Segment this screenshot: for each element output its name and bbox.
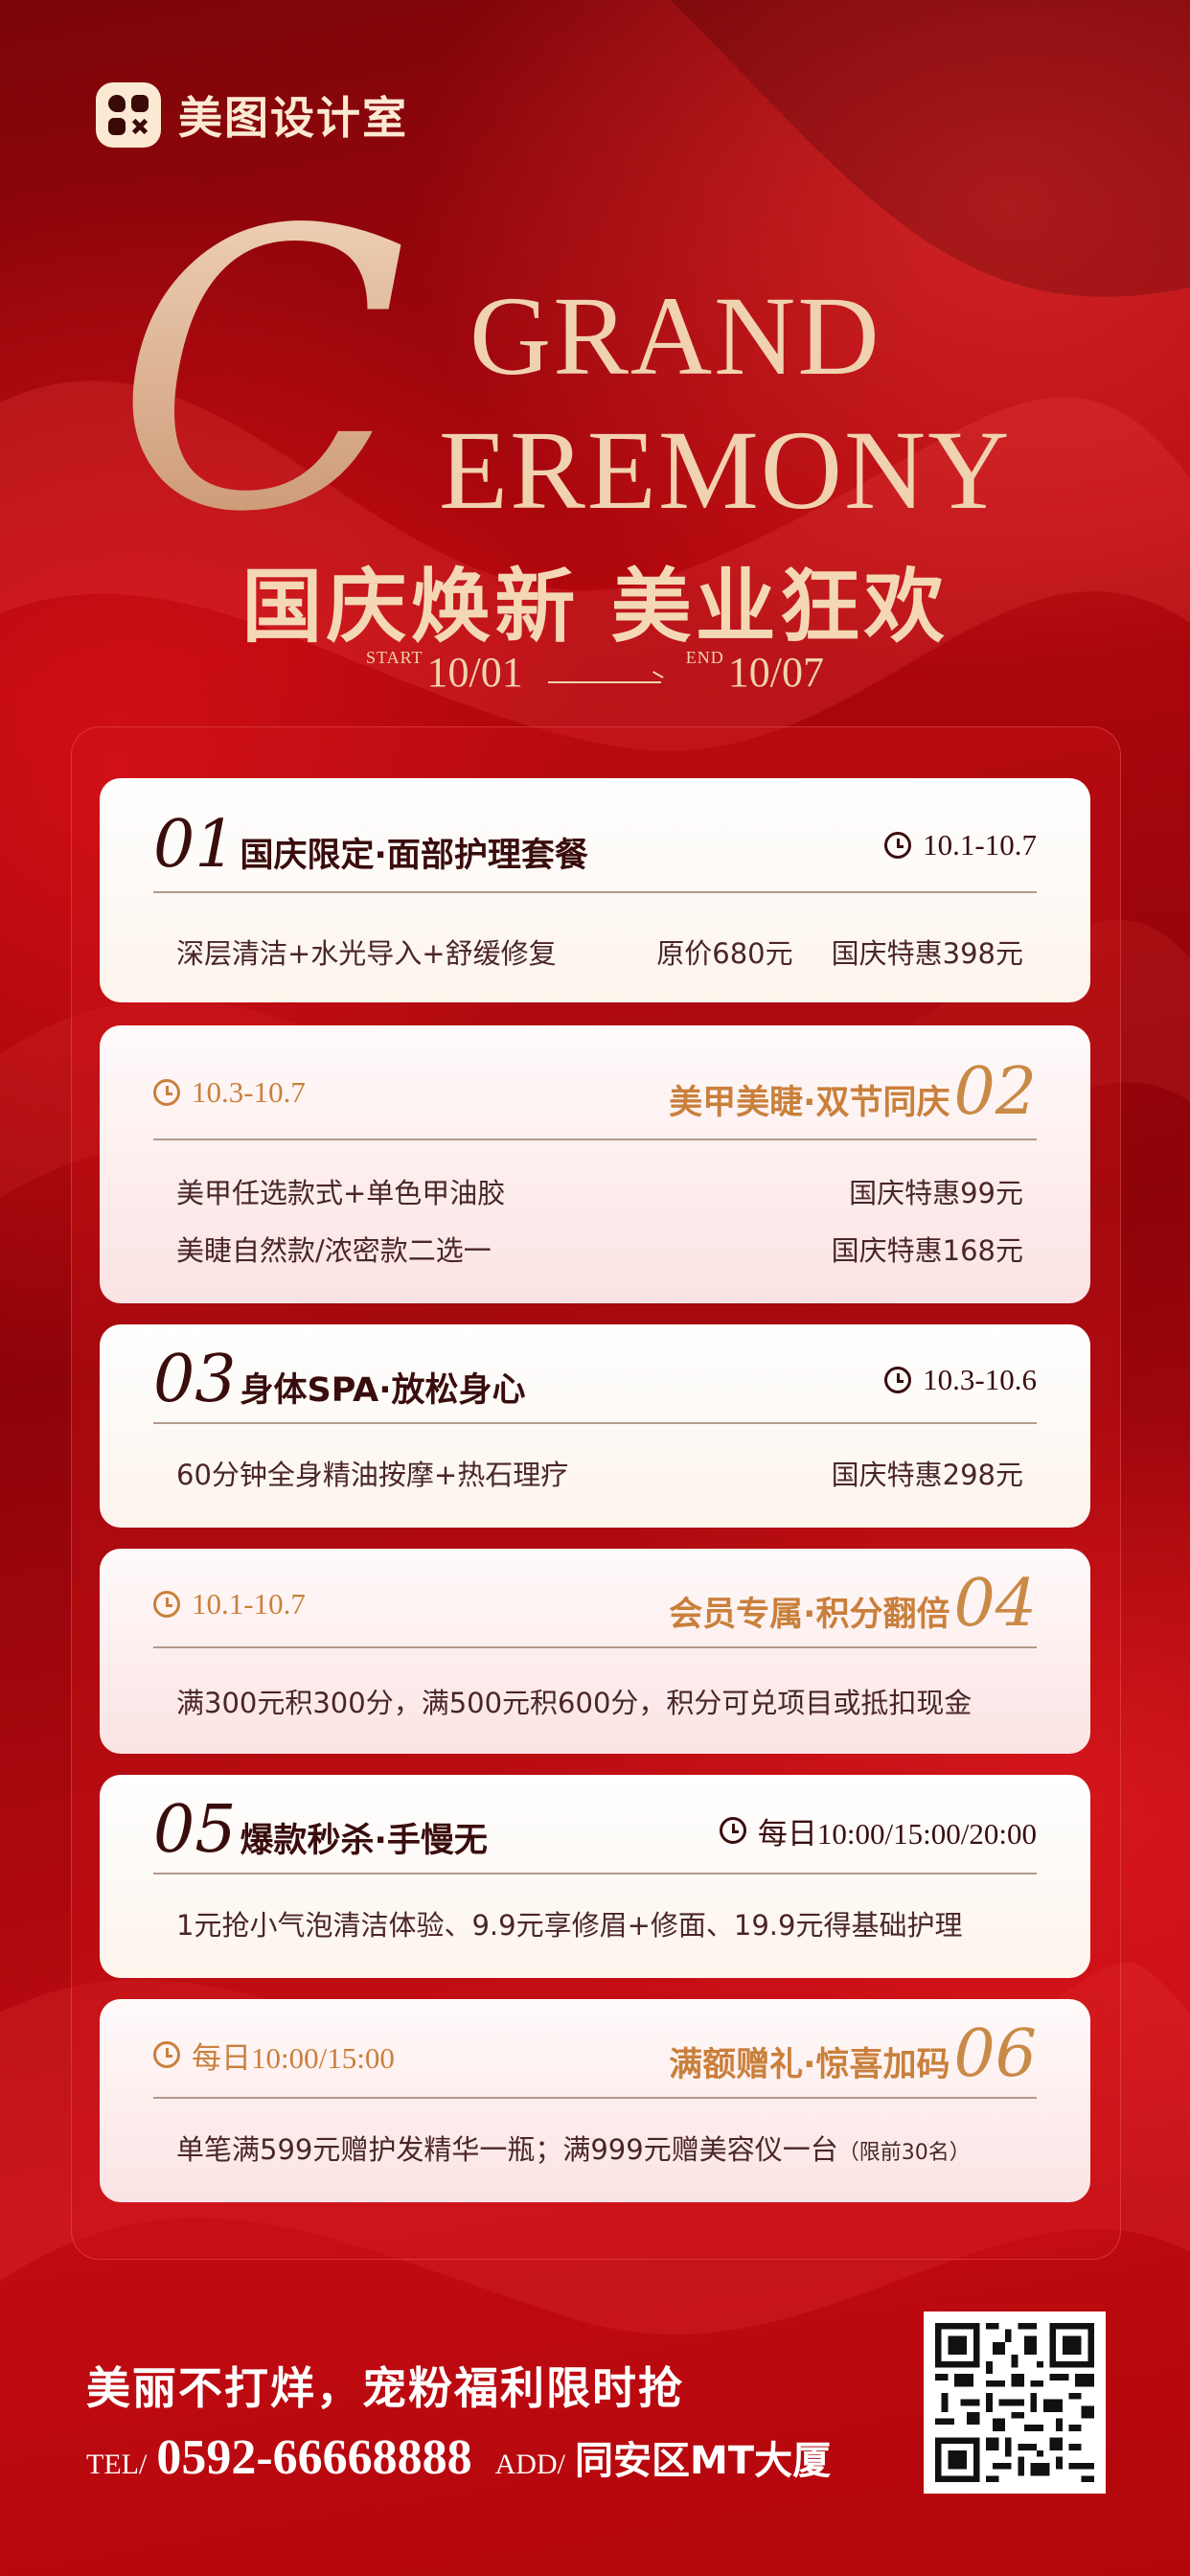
clock-icon — [153, 1591, 180, 1618]
card-time: 10.1-10.7 — [153, 1587, 306, 1622]
headline: 国庆焕新 美业狂欢 — [241, 559, 949, 654]
card-number: 04 — [953, 1566, 1037, 1642]
card-title: 满额赠礼·惊喜加码 — [669, 2046, 950, 2084]
brand-logo: 美图设计室 — [96, 82, 408, 148]
offer-card-06: 每日10:00/15:00 满额赠礼·惊喜加码 06 单笔满599元赠护发精华一… — [100, 1999, 1090, 2202]
offer-desc: 美睫自然款/浓密款二选一 — [176, 1234, 492, 1267]
brand-name: 美图设计室 — [178, 92, 408, 144]
offer-card-04: 10.1-10.7 会员专属·积分翻倍 04 满300元积300分，满500元积… — [100, 1549, 1090, 1754]
offer-row: 满300元积300分，满500元积600分，积分可兑项目或抵扣现金 — [176, 1681, 1023, 1721]
offer-row: 深层清洁+水光导入+舒缓修复 原价680元 国庆特惠398元 — [176, 932, 1023, 972]
clock-icon — [884, 832, 912, 859]
card-header: 05 爆款秒杀·手慢无 每日10:00/15:00/20:00 — [153, 1788, 1037, 1874]
offer-row: 1元抢小气泡清洁体验、9.9元享修眉+修面、19.9元得基础护理 — [176, 1903, 1023, 1944]
offer-card-02: 10.3-10.7 美甲美睫·双节同庆 02 美甲任选款式+单色甲油胶 国庆特惠… — [100, 1025, 1090, 1303]
card-time: 每日10:00/15:00/20:00 — [719, 1809, 1037, 1852]
title-grand: GRAND — [469, 273, 881, 399]
start-tag: START — [366, 648, 423, 667]
card-time: 10.3-10.7 — [153, 1075, 306, 1110]
offer-desc: 美甲任选款式+单色甲油胶 — [176, 1177, 506, 1209]
tel-label: TEL/ — [86, 2449, 148, 2480]
card-title: 爆款秒杀·手慢无 — [240, 1822, 488, 1860]
card-number: 01 — [153, 807, 237, 883]
logo-icon — [96, 82, 161, 148]
time-text: 10.3-10.7 — [192, 1075, 306, 1109]
card-title: 国庆限定·面部护理套餐 — [240, 837, 588, 875]
end-tag: END — [685, 648, 724, 667]
card-number: 02 — [953, 1054, 1037, 1130]
promo-price: 国庆特惠168元 — [831, 1234, 1023, 1267]
time-text: 10.1-10.7 — [923, 828, 1037, 862]
footer-contact: TEL/ 0592-66668888 ADD/ 同安区MT大厦 — [86, 2429, 831, 2486]
offer-note: （限前30名） — [837, 2141, 971, 2165]
offer-row: 美甲任选款式+单色甲油胶 国庆特惠99元 — [176, 1171, 1023, 1211]
offer-card-03: 03 身体SPA·放松身心 10.3-10.6 60分钟全身精油按摩+热石理疗 … — [100, 1324, 1090, 1528]
offer-row: 60分钟全身精油按摩+热石理疗 国庆特惠298元 — [176, 1453, 1023, 1493]
clock-icon — [884, 1367, 912, 1393]
offer-desc: 1元抢小气泡清洁体验、9.9元享修眉+修面、19.9元得基础护理 — [176, 1909, 963, 1942]
footer-slogan: 美丽不打烊，宠粉福利限时抢 — [86, 2362, 684, 2414]
offer-desc: 60分钟全身精油按摩+热石理疗 — [176, 1459, 569, 1491]
decorative-letter-c: C — [115, 150, 409, 596]
qr-code[interactable] — [924, 2312, 1106, 2494]
clock-icon — [153, 1079, 180, 1106]
card-title: 身体SPA·放松身心 — [240, 1371, 526, 1410]
offer-desc: 深层清洁+水光导入+舒缓修复 — [176, 937, 557, 970]
card-number: 03 — [153, 1342, 237, 1417]
time-text: 10.3-10.6 — [923, 1363, 1037, 1396]
card-number: 06 — [953, 2016, 1037, 2092]
qr-code-icon — [935, 2323, 1094, 2482]
promo-price: 国庆特惠99元 — [849, 1177, 1023, 1209]
offer-row: 美睫自然款/浓密款二选一 国庆特惠168元 — [176, 1229, 1023, 1269]
address-label: ADD/ — [494, 2449, 565, 2480]
card-header: 03 身体SPA·放松身心 10.3-10.6 — [153, 1338, 1037, 1424]
promo-price: 国庆特惠398元 — [831, 937, 1023, 970]
clock-icon — [153, 2041, 180, 2068]
card-title: 会员专属·积分翻倍 — [669, 1596, 950, 1634]
offer-card-01: 01 国庆限定·面部护理套餐 10.1-10.7 深层清洁+水光导入+舒缓修复 … — [100, 778, 1090, 1002]
card-time: 每日10:00/15:00 — [153, 2034, 395, 2077]
card-header: 每日10:00/15:00 满额赠礼·惊喜加码 06 — [153, 2012, 1037, 2099]
address: 同安区MT大厦 — [574, 2439, 832, 2483]
time-text: 每日10:00/15:00/20:00 — [757, 1816, 1037, 1851]
clock-icon — [719, 1817, 746, 1844]
card-title: 美甲美睫·双节同庆 — [669, 1084, 950, 1122]
original-price: 原价680元 — [656, 937, 793, 970]
card-number: 05 — [153, 1792, 237, 1868]
end-date: 10/07 — [727, 649, 824, 696]
title-eremony: EREMONY — [439, 407, 1012, 533]
event-dates: START 10/01 END 10/07 — [0, 648, 1190, 697]
offer-card-05: 05 爆款秒杀·手慢无 每日10:00/15:00/20:00 1元抢小气泡清洁… — [100, 1775, 1090, 1978]
arrow-icon — [547, 681, 661, 684]
time-text: 10.1-10.7 — [192, 1587, 306, 1621]
card-time: 10.1-10.7 — [884, 828, 1037, 862]
promo-price: 国庆特惠298元 — [831, 1459, 1023, 1491]
card-header: 01 国庆限定·面部护理套餐 10.1-10.7 — [153, 799, 1037, 893]
offer-desc: 满300元积300分，满500元积600分，积分可兑项目或抵扣现金 — [176, 1687, 973, 1719]
offer-row: 单笔满599元赠护发精华一瓶；满999元赠美容仪一台（限前30名） — [176, 2128, 1023, 2168]
start-date: 10/01 — [426, 649, 523, 696]
card-time: 10.3-10.6 — [884, 1363, 1037, 1397]
time-text: 每日10:00/15:00 — [192, 2040, 395, 2075]
phone-number[interactable]: 0592-66668888 — [156, 2429, 471, 2486]
card-header: 10.1-10.7 会员专属·积分翻倍 04 — [153, 1562, 1037, 1648]
card-header: 10.3-10.7 美甲美睫·双节同庆 02 — [153, 1046, 1037, 1140]
offer-desc: 单笔满599元赠护发精华一瓶；满999元赠美容仪一台 — [176, 2133, 838, 2166]
